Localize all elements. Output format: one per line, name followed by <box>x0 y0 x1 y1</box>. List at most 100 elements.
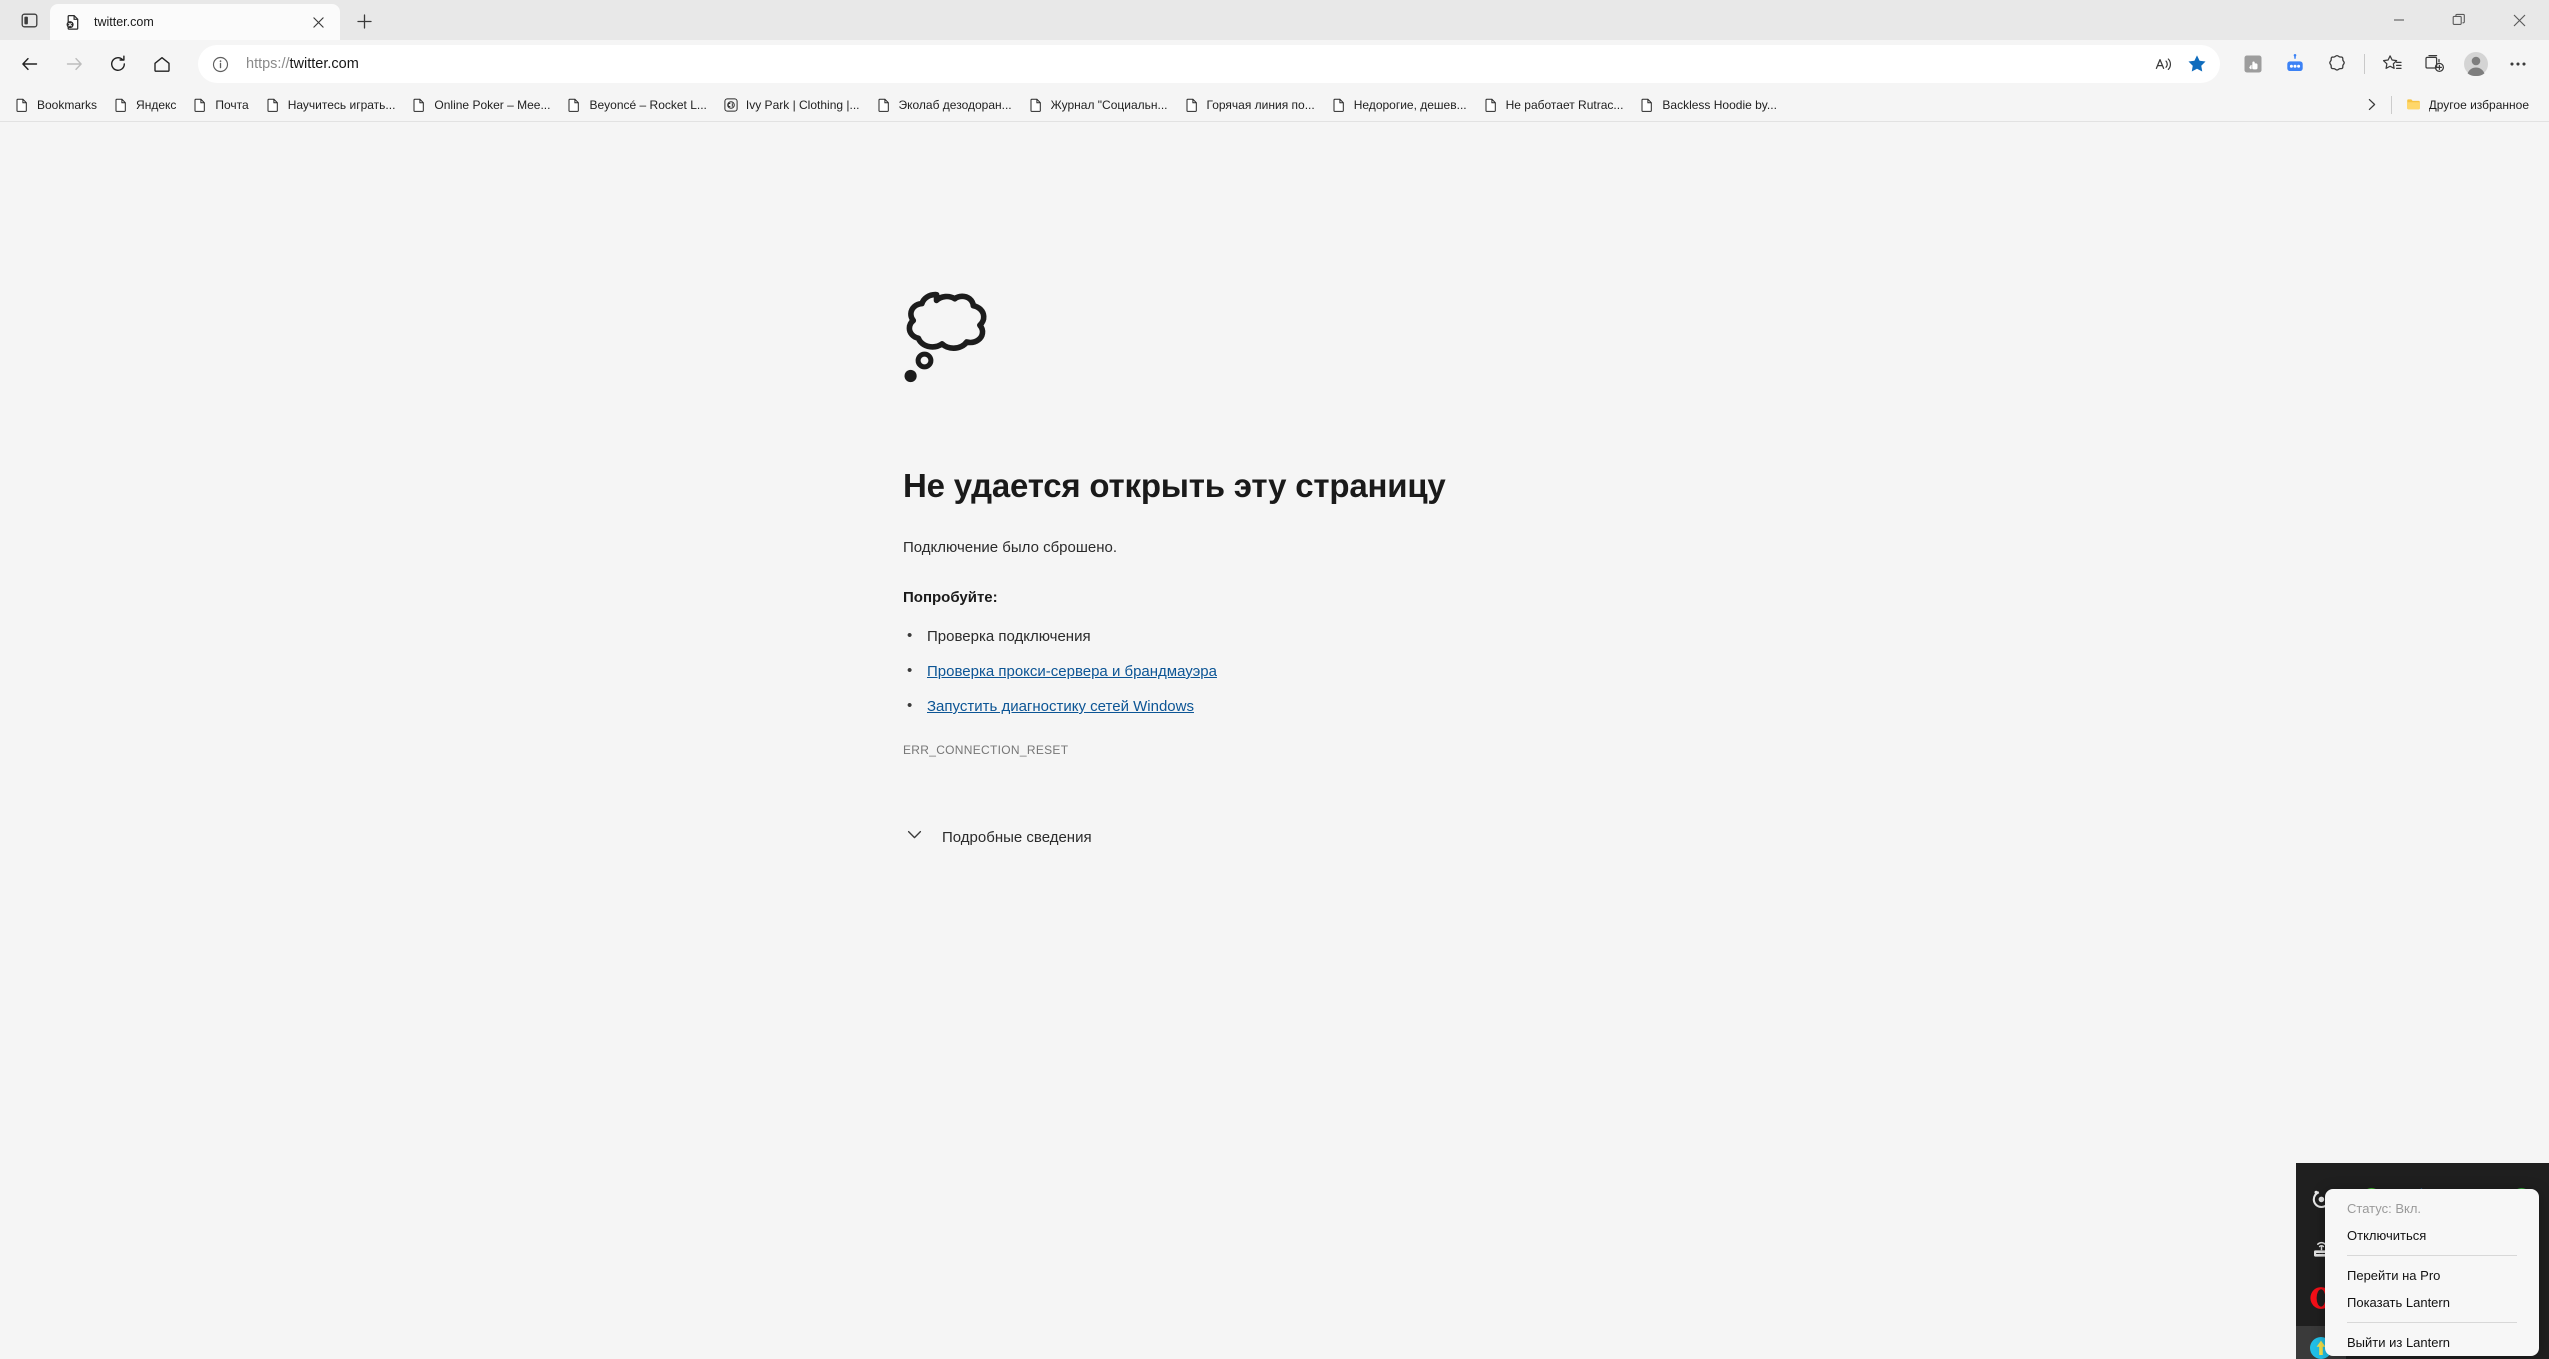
system-tray: Статус: Вкл. Отключиться Перейти на Pro … <box>2296 1163 2549 1359</box>
address-bar[interactable]: https://twitter.com <box>198 45 2220 83</box>
bookmark-label: Журнал "Социальн... <box>1050 97 1168 112</box>
extension-hand-icon[interactable] <box>2234 45 2272 83</box>
page-icon <box>14 97 30 113</box>
bookmark-item[interactable]: Почта <box>184 92 256 118</box>
bookmarks-bar: Bookmarks Яндекс Почта Научитесь играть.… <box>0 88 2549 122</box>
page-icon <box>1639 97 1655 113</box>
toolbar-actions <box>2232 45 2539 83</box>
robot-extension-icon[interactable] <box>2276 45 2314 83</box>
favorite-star-icon[interactable] <box>2180 48 2214 80</box>
menu-divider <box>2347 1255 2517 1256</box>
lantern-quit-item[interactable]: Выйти из Lantern <box>2325 1329 2539 1356</box>
bookmark-label: Недорогие, дешев... <box>1353 97 1467 112</box>
bookmark-item[interactable]: Bookmarks <box>6 92 105 118</box>
bookmark-item[interactable]: Beyoncé – Rocket L... <box>558 92 714 118</box>
bookmark-item[interactable]: Горячая линия по... <box>1176 92 1323 118</box>
other-favorites-label: Другое избранное <box>2428 97 2529 112</box>
lantern-disconnect-item[interactable]: Отключиться <box>2325 1222 2539 1249</box>
bookmark-label: Bookmarks <box>37 97 98 112</box>
details-toggle-label: Подробные сведения <box>942 828 1092 846</box>
url-scheme: https:// <box>246 56 290 72</box>
bookmark-label: Backless Hoodie by... <box>1662 97 1777 112</box>
suggestion-text: Проверка подключения <box>927 628 1091 645</box>
bookmark-label: Почта <box>215 97 249 112</box>
page-title: Не удается открыть эту страницу <box>903 467 1446 504</box>
bookmark-label: Не работает Rutrac... <box>1505 97 1624 112</box>
profile-avatar-icon[interactable] <box>2457 45 2495 83</box>
error-code: ERR_CONNECTION_RESET <box>903 743 1069 757</box>
bookmark-item[interactable]: Online Poker – Mee... <box>403 92 558 118</box>
window-controls <box>2369 0 2549 40</box>
details-toggle-button[interactable]: Подробные сведения <box>903 819 1102 855</box>
bookmark-label: Эколаб дезодоран... <box>898 97 1012 112</box>
menu-divider <box>2347 1322 2517 1323</box>
bookmark-label: Online Poker – Mee... <box>434 97 551 112</box>
page-error-icon <box>64 13 82 31</box>
edge-browser-window: twitter.com https://twitter.com Bookmark… <box>0 0 2549 1359</box>
page-icon <box>566 97 582 113</box>
page-icon <box>1184 97 1200 113</box>
close-icon[interactable] <box>306 10 330 34</box>
tab-title: twitter.com <box>94 15 154 29</box>
thought-bubble-icon <box>903 290 1803 395</box>
page-icon <box>1331 97 1347 113</box>
page-icon <box>411 97 427 113</box>
collections-icon[interactable] <box>2415 45 2453 83</box>
bookmark-item[interactable]: Яндекс <box>105 92 184 118</box>
bookmark-item[interactable]: Ivy Park | Clothing |... <box>715 92 868 118</box>
back-icon[interactable] <box>10 44 50 84</box>
browser-essentials-icon[interactable] <box>2318 45 2356 83</box>
tab-twitter[interactable]: twitter.com <box>50 4 340 40</box>
bookmarks-divider <box>2390 95 2392 114</box>
list-item: Проверка подключения <box>903 627 1803 645</box>
forward-icon[interactable] <box>54 44 94 84</box>
navigation-toolbar: https://twitter.com <box>0 40 2549 88</box>
settings-more-icon[interactable] <box>2499 45 2537 83</box>
bookmark-item[interactable]: Журнал "Социальн... <box>1020 92 1176 118</box>
tab-strip: twitter.com <box>0 0 2549 40</box>
new-tab-icon[interactable] <box>346 5 382 37</box>
lantern-context-menu: Статус: Вкл. Отключиться Перейти на Pro … <box>2325 1189 2539 1356</box>
omnibox-actions <box>2146 48 2214 80</box>
bookmark-label: Ivy Park | Clothing |... <box>745 97 860 112</box>
bookmark-item[interactable]: Backless Hoodie by... <box>1631 92 1785 118</box>
try-heading: Попробуйте: <box>903 589 998 606</box>
page-content: Не удается открыть эту страницу Подключе… <box>0 140 2549 1359</box>
lantern-show-item[interactable]: Показать Lantern <box>2325 1289 2539 1316</box>
refresh-icon[interactable] <box>98 44 138 84</box>
circle-a-icon <box>723 97 739 113</box>
network-diagnostics-link[interactable]: Запустить диагностику сетей Windows <box>927 698 1194 715</box>
bookmarks-overflow-chevron-icon[interactable] <box>2359 92 2385 118</box>
lantern-upgrade-pro-item[interactable]: Перейти на Pro <box>2325 1262 2539 1289</box>
bookmark-item[interactable]: Не работает Rutrac... <box>1475 92 1632 118</box>
bookmark-label: Горячая линия по... <box>1206 97 1315 112</box>
bookmark-item[interactable]: Научитесь играть... <box>257 92 404 118</box>
page-icon <box>192 97 208 113</box>
bookmark-item[interactable]: Эколаб дезодоран... <box>868 92 1020 118</box>
page-icon <box>876 97 892 113</box>
error-page: Не удается открыть эту страницу Подключе… <box>903 290 1803 855</box>
bookmark-item[interactable]: Недорогие, дешев... <box>1323 92 1475 118</box>
info-icon[interactable] <box>204 48 236 80</box>
tab-actions-icon[interactable] <box>8 3 50 37</box>
bookmark-label: Яндекс <box>136 97 177 112</box>
address-bar-text: https://twitter.com <box>236 56 2146 72</box>
suggestion-list: Проверка подключения Проверка прокси-сер… <box>903 627 1803 715</box>
bookmark-label: Beyoncé – Rocket L... <box>589 97 707 112</box>
proxy-firewall-link[interactable]: Проверка прокси-сервера и брандмауэра <box>927 663 1217 680</box>
restore-button[interactable] <box>2429 0 2489 40</box>
read-aloud-icon[interactable] <box>2146 48 2180 80</box>
lantern-status-label: Статус: Вкл. <box>2347 1201 2422 1216</box>
minimize-button[interactable] <box>2369 0 2429 40</box>
list-item: Запустить диагностику сетей Windows <box>903 697 1803 715</box>
close-button[interactable] <box>2489 0 2549 40</box>
toolbar-divider <box>2364 54 2365 74</box>
list-item: Проверка прокси-сервера и брандмауэра <box>903 662 1803 680</box>
other-favorites-button[interactable]: Другое избранное <box>2398 92 2537 118</box>
url-host: twitter.com <box>289 56 359 72</box>
chevron-down-icon <box>905 825 924 849</box>
page-icon <box>1483 97 1499 113</box>
home-icon[interactable] <box>142 44 182 84</box>
page-icon <box>1028 97 1044 113</box>
favorites-icon[interactable] <box>2373 45 2411 83</box>
